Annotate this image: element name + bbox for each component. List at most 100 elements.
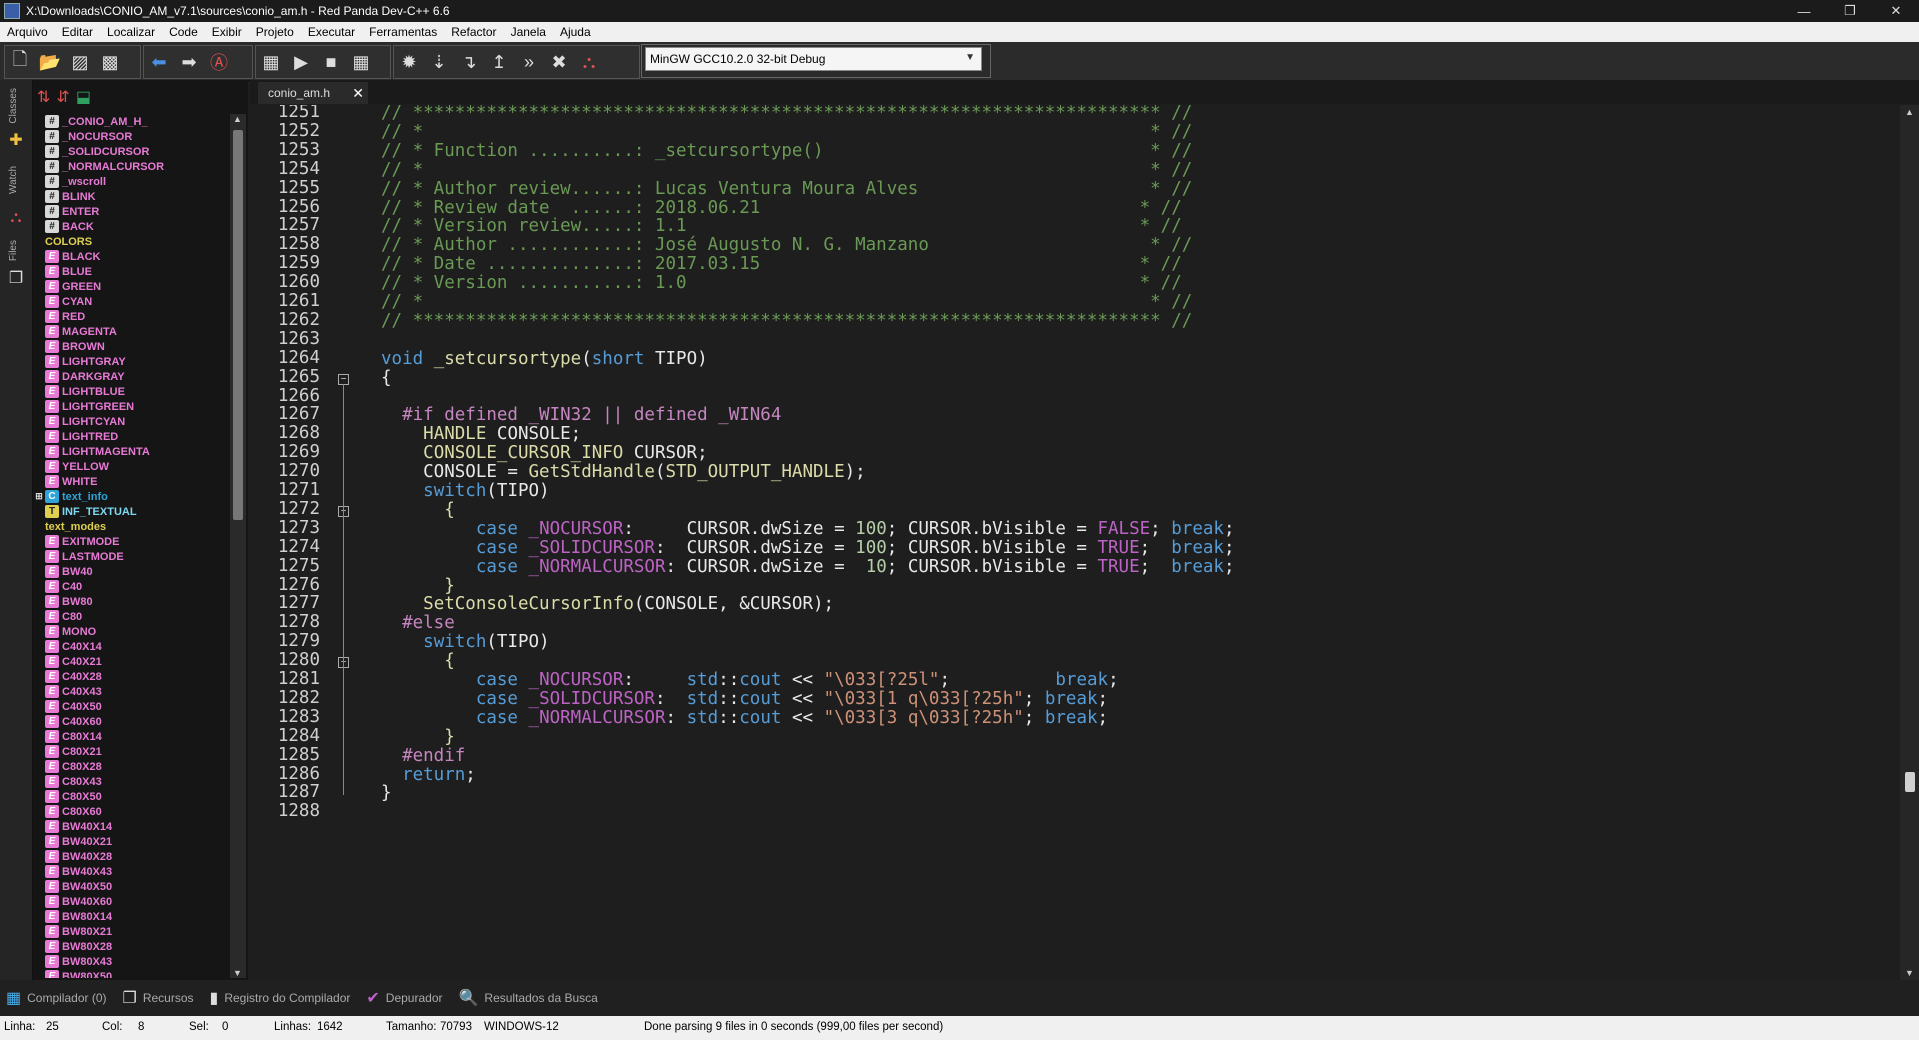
menu-item-1[interactable]: Editar <box>55 25 100 39</box>
tree-item[interactable]: E RED <box>33 309 229 324</box>
tree-item[interactable]: # _NOCURSOR <box>33 129 229 144</box>
tree-item[interactable]: E BW40X14 <box>33 819 229 834</box>
step-into-icon[interactable]: ↴ <box>454 47 484 77</box>
editor-scroll-down-icon[interactable]: ▼ <box>1905 968 1914 978</box>
scroll-down-icon[interactable]: ▼ <box>233 968 242 978</box>
tree-item[interactable]: # BLINK <box>33 189 229 204</box>
tree-item[interactable]: E BW80X14 <box>33 909 229 924</box>
tree-item[interactable]: E LIGHTRED <box>33 429 229 444</box>
save-all-icon[interactable]: ▩ <box>95 47 125 77</box>
tree-item[interactable]: E C80X50 <box>33 789 229 804</box>
tree-item[interactable]: E BW80X28 <box>33 939 229 954</box>
close-window-button[interactable]: ✕ <box>1873 0 1919 22</box>
tree-item[interactable]: E C80X60 <box>33 804 229 819</box>
tree-item[interactable]: E MONO <box>33 624 229 639</box>
stop-debug-icon[interactable]: ✖ <box>544 47 574 77</box>
compile-run-icon[interactable]: ▦ <box>346 47 376 77</box>
status-encoding[interactable]: WINDOWS-12 <box>484 1021 559 1033</box>
tree-item[interactable]: ⊞ Ctext_info <box>33 489 229 504</box>
code-editor[interactable]: 1251 1252 1253 1254 1255 1256 1257 1258 1259 1260… <box>250 105 1900 980</box>
tree-item[interactable]: E BROWN <box>33 339 229 354</box>
tree-item[interactable]: E C40X60 <box>33 714 229 729</box>
sort-alphabetical-icon[interactable]: ⇵ <box>56 87 69 107</box>
tree-item[interactable]: E C40 <box>33 579 229 594</box>
tree-item[interactable]: E LIGHTMAGENTA <box>33 444 229 459</box>
watch-add-icon[interactable]: ✚ <box>5 130 27 150</box>
debug-watch-icon[interactable]: ⛬ <box>5 208 27 228</box>
tree-item[interactable]: E BW40 <box>33 564 229 579</box>
tree-item[interactable]: # BACK <box>33 219 229 234</box>
tree-item[interactable]: E C40X50 <box>33 699 229 714</box>
step-over-icon[interactable]: ⇣ <box>424 47 454 77</box>
bottom-tab-4[interactable]: 🔍 Resultados da Busca <box>459 988 598 1008</box>
redo-icon[interactable]: ➡ <box>174 47 204 77</box>
tree-item[interactable]: E DARKGRAY <box>33 369 229 384</box>
continue-icon[interactable]: » <box>514 47 544 77</box>
tree-item[interactable]: E BW80 <box>33 594 229 609</box>
debug-icon[interactable]: ✹ <box>394 47 424 77</box>
tree-item[interactable]: # _NORMALCURSOR <box>33 159 229 174</box>
tree-item[interactable]: T INF_TEXTUAL <box>33 504 229 519</box>
side-tab-classes[interactable]: Classes <box>8 88 19 124</box>
step-out-icon[interactable]: ↥ <box>484 47 514 77</box>
tree-item[interactable]: E BW80X21 <box>33 924 229 939</box>
undo-icon[interactable]: ⬅ <box>144 47 174 77</box>
cpu-window-icon[interactable]: ⛬ <box>574 47 604 77</box>
tree-item[interactable]: E LASTMODE <box>33 549 229 564</box>
tree-item[interactable]: # ENTER <box>33 204 229 219</box>
tree-item[interactable]: COLORS <box>33 234 229 249</box>
tree-item[interactable]: E C40X14 <box>33 639 229 654</box>
tree-item[interactable]: E BW80X50 <box>33 969 229 978</box>
bottom-tab-2[interactable]: ▮ Registro do Compilador <box>210 988 351 1008</box>
tree-item[interactable]: E LIGHTGRAY <box>33 354 229 369</box>
tree-item[interactable]: E C80X43 <box>33 774 229 789</box>
menu-item-9[interactable]: Janela <box>504 25 553 39</box>
save-icon[interactable]: ▨ <box>65 47 95 77</box>
tree-item[interactable]: E BW40X50 <box>33 879 229 894</box>
tree-item[interactable]: E LIGHTCYAN <box>33 414 229 429</box>
menu-item-0[interactable]: Arquivo <box>0 25 55 39</box>
editor-tab-conio-am[interactable]: conio_am.h ✕ <box>258 82 368 104</box>
chevron-down-icon[interactable]: ▼ <box>965 52 975 63</box>
tree-item[interactable]: E C40X28 <box>33 669 229 684</box>
editor-scroll-thumb[interactable] <box>1905 772 1915 792</box>
scroll-up-icon[interactable]: ▲ <box>233 114 242 124</box>
maximize-button[interactable]: ❐ <box>1827 0 1873 22</box>
tree-item[interactable]: E BLACK <box>33 249 229 264</box>
tree-item[interactable]: # _wscroll <box>33 174 229 189</box>
tree-item[interactable]: E BW40X21 <box>33 834 229 849</box>
class-tree-scroll-thumb[interactable] <box>233 130 243 520</box>
bottom-tab-3[interactable]: ✔ Depurador <box>366 988 442 1008</box>
menu-item-3[interactable]: Code <box>162 25 205 39</box>
run-icon[interactable]: ▶ <box>286 47 316 77</box>
side-tab-files[interactable]: Files <box>8 240 19 261</box>
tree-item[interactable]: # _SOLIDCURSOR <box>33 144 229 159</box>
tree-item[interactable]: E C80X14 <box>33 729 229 744</box>
bottom-tab-0[interactable]: ▦ Compilador (0) <box>6 988 106 1008</box>
tree-item[interactable]: E BW80X43 <box>33 954 229 969</box>
menu-item-5[interactable]: Projeto <box>249 25 301 39</box>
tree-item[interactable]: E C80X28 <box>33 759 229 774</box>
tree-item[interactable]: E LIGHTGREEN <box>33 399 229 414</box>
tree-item[interactable]: E GREEN <box>33 279 229 294</box>
bottom-tab-1[interactable]: ❐ Recursos <box>122 988 193 1008</box>
menu-item-4[interactable]: Exibir <box>205 25 249 39</box>
tree-item[interactable]: E BLUE <box>33 264 229 279</box>
tree-item[interactable]: E MAGENTA <box>33 324 229 339</box>
open-folder-icon[interactable]: 📂 <box>35 47 65 77</box>
menu-item-2[interactable]: Localizar <box>100 25 162 39</box>
expand-icon[interactable]: ⊞ <box>33 491 45 502</box>
sort-by-type-icon[interactable]: ⇅ <box>37 87 50 107</box>
close-tab-icon[interactable]: ✕ <box>352 85 364 102</box>
tree-item[interactable]: E BW40X60 <box>33 894 229 909</box>
menu-item-6[interactable]: Executar <box>301 25 362 39</box>
tree-item[interactable]: E C80 <box>33 609 229 624</box>
menu-item-7[interactable]: Ferramentas <box>362 25 444 39</box>
new-file-icon[interactable]: 🗋 <box>5 47 35 77</box>
tree-item[interactable]: E C40X21 <box>33 654 229 669</box>
menu-item-8[interactable]: Refactor <box>444 25 503 39</box>
editor-scrollbar[interactable]: ▲ ▼ <box>1900 105 1919 980</box>
tree-item[interactable]: E WHITE <box>33 474 229 489</box>
files-icon[interactable]: ❐ <box>5 268 27 288</box>
show-inherited-icon[interactable]: ⬓ <box>76 87 91 107</box>
